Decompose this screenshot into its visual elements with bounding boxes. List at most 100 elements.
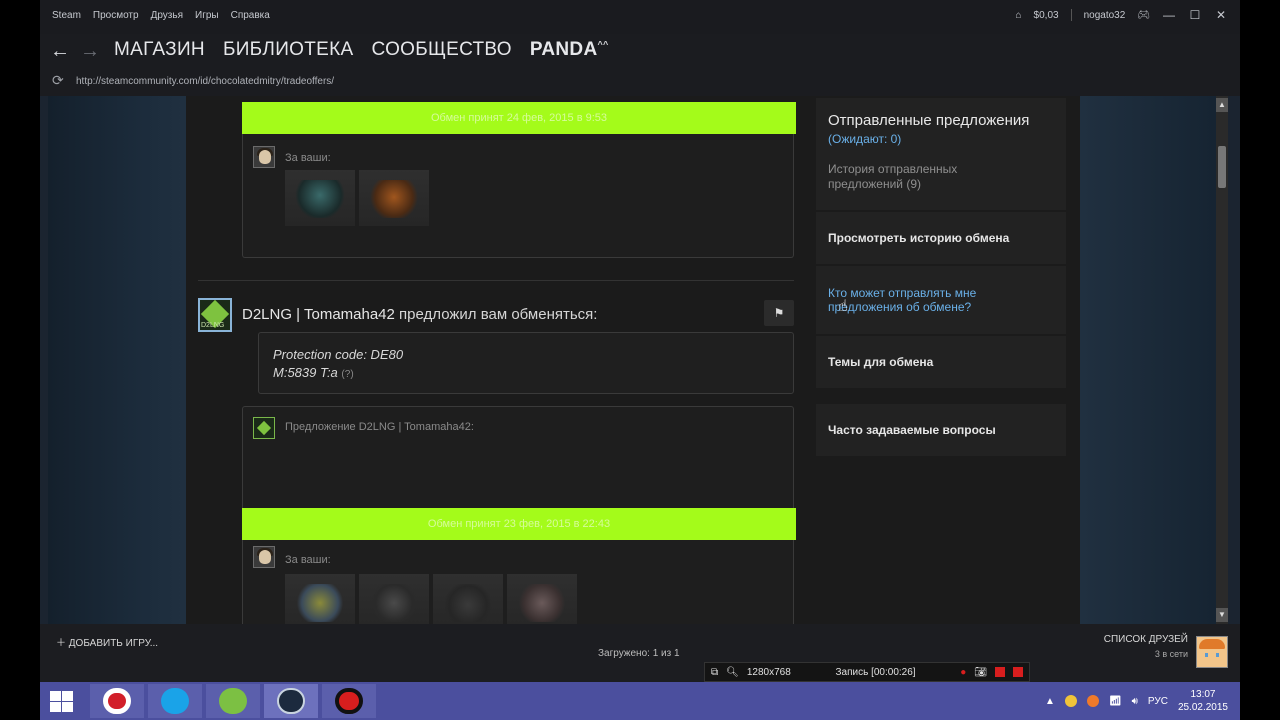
url-bar: ⟳ http://steamcommunity.com/id/chocolate… bbox=[40, 70, 1240, 96]
start-button[interactable] bbox=[50, 691, 74, 713]
add-game-label: ДОБАВИТЬ ИГРУ... bbox=[68, 638, 159, 649]
system-tray: ▲ 📶︎ 🔊︎ РУС 13:07 25.02.2015 bbox=[1045, 688, 1228, 714]
friends-online-count: 3 в сети bbox=[1154, 649, 1188, 659]
message-line-2: M:5839 T:a (?) bbox=[273, 365, 354, 380]
sender-mini-avatar bbox=[253, 417, 275, 439]
recorder-taskbar-icon[interactable] bbox=[322, 684, 376, 718]
nav-user-suffix: ^^ bbox=[597, 39, 609, 50]
sender-avatar-text: D2LNG bbox=[201, 322, 225, 329]
sent-offers-title[interactable]: Отправленные предложения bbox=[828, 112, 1029, 129]
camera-icon[interactable]: 📷︎ bbox=[974, 667, 987, 678]
trade-box-3: За ваши: bbox=[242, 534, 794, 624]
record-dot-icon[interactable]: ● bbox=[960, 667, 966, 678]
window-icon[interactable]: ⧉ bbox=[711, 667, 718, 678]
offer-text: предложил вам обменяться: bbox=[399, 306, 598, 323]
gamepad-icon[interactable]: 🎮︎ bbox=[1137, 10, 1150, 21]
offer-sender[interactable]: D2LNG | Tomamaha42 bbox=[242, 306, 395, 323]
navigation-bar: ← → МАГАЗИН БИБЛИОТЕКА СООБЩЕСТВО PANDA^… bbox=[40, 34, 1240, 70]
topics-link[interactable]: Темы для обмена bbox=[828, 355, 933, 369]
bottom-bar: ＋ ДОБАВИТЬ ИГРУ... Загружено: 1 из 1 СПИ… bbox=[40, 624, 1240, 682]
scroll-up-icon[interactable]: ▲ bbox=[1216, 98, 1228, 112]
opera-taskbar-icon[interactable] bbox=[90, 684, 144, 718]
torrent-taskbar-icon[interactable] bbox=[206, 684, 260, 718]
menu-view[interactable]: Просмотр bbox=[93, 10, 139, 21]
faq-link[interactable]: Часто задаваемые вопросы bbox=[828, 423, 996, 437]
proposal-label: Предложение D2LNG | Tomamaha42: bbox=[285, 421, 474, 433]
for-yours-label: За ваши: bbox=[285, 554, 331, 566]
separator bbox=[1070, 9, 1072, 21]
refresh-icon[interactable]: ⟳ bbox=[52, 72, 64, 89]
my-avatar bbox=[253, 546, 275, 568]
tray-arrow-icon[interactable]: ▲ bbox=[1045, 696, 1055, 707]
wallet-balance[interactable]: $0,03 bbox=[1034, 10, 1059, 21]
back-arrow-icon[interactable]: ← bbox=[50, 40, 70, 63]
home-icon[interactable]: ⌂ bbox=[1016, 10, 1022, 21]
menu-help[interactable]: Справка bbox=[231, 10, 270, 21]
plus-icon: ＋ bbox=[56, 638, 69, 649]
maximize-button[interactable]: ☐ bbox=[1188, 8, 1202, 22]
download-status[interactable]: Загружено: 1 из 1 bbox=[598, 648, 680, 659]
trade-item[interactable] bbox=[359, 170, 429, 226]
language-indicator[interactable]: РУС bbox=[1148, 696, 1168, 707]
friends-list-button[interactable]: СПИСОК ДРУЗЕЙ 3 в сети bbox=[1104, 634, 1188, 659]
account-name[interactable]: nogato32 bbox=[1084, 10, 1126, 21]
trade-item[interactable] bbox=[285, 170, 355, 226]
nav-community[interactable]: СООБЩЕСТВО bbox=[371, 39, 511, 61]
main-menu: Steam Просмотр Друзья Игры Справка bbox=[52, 10, 270, 21]
tray-app-icon[interactable] bbox=[1064, 695, 1077, 707]
view-history-box[interactable]: Просмотреть историю обмена bbox=[816, 212, 1066, 264]
trade-sidebar: Отправленные предложения (Ожидают: 0) Ис… bbox=[816, 96, 1066, 624]
sender-avatar[interactable]: D2LNG bbox=[198, 298, 232, 332]
trade-item[interactable] bbox=[507, 574, 577, 624]
faq-box[interactable]: Часто задаваемые вопросы bbox=[816, 404, 1066, 456]
sent-history-link[interactable]: История отправленных предложений (9) bbox=[828, 162, 1028, 192]
minimize-button[interactable]: — bbox=[1162, 8, 1176, 22]
nav-store[interactable]: МАГАЗИН bbox=[114, 39, 205, 61]
recorder-resolution[interactable]: 1280x768 bbox=[747, 667, 791, 678]
who-can-link[interactable]: Кто может отправлять мне предложения об … bbox=[828, 286, 1028, 314]
who-can-box[interactable]: Кто может отправлять мне предложения об … bbox=[816, 266, 1066, 334]
background-left bbox=[48, 96, 186, 624]
message-line-2-text: M:5839 T:a bbox=[273, 365, 338, 380]
letterbox-right bbox=[1240, 0, 1280, 682]
close-button[interactable]: ✕ bbox=[1214, 8, 1228, 22]
sent-offers-box: Отправленные предложения (Ожидают: 0) Ис… bbox=[816, 98, 1066, 210]
message-help[interactable]: (?) bbox=[341, 369, 353, 380]
windows-taskbar: ▲ 📶︎ 🔊︎ РУС 13:07 25.02.2015 bbox=[40, 682, 1240, 720]
scrollbar[interactable]: ▲ ▼ bbox=[1216, 96, 1228, 624]
clock-time: 13:07 bbox=[1190, 689, 1216, 700]
trade-item[interactable] bbox=[285, 574, 355, 624]
tray-app-icon[interactable] bbox=[1086, 695, 1099, 707]
signal-icon[interactable]: 📶︎ bbox=[1109, 696, 1122, 707]
trade-accepted-banner: Обмен принят 24 фев, 2015 в 9:53 bbox=[242, 102, 796, 134]
user-avatar[interactable] bbox=[1196, 636, 1228, 668]
stop-icon[interactable] bbox=[1013, 667, 1024, 677]
screen: Steam Просмотр Друзья Игры Справка ⌂ $0,… bbox=[0, 0, 1280, 720]
scroll-thumb[interactable] bbox=[1218, 146, 1226, 188]
url-text[interactable]: http://steamcommunity.com/id/chocolatedm… bbox=[76, 76, 334, 87]
steam-taskbar-icon[interactable] bbox=[264, 684, 318, 718]
volume-icon[interactable]: 🔊︎ bbox=[1132, 696, 1138, 707]
pause-icon[interactable] bbox=[995, 667, 1006, 677]
waiting-count[interactable]: (Ожидают: 0) bbox=[828, 132, 901, 146]
trade-item[interactable] bbox=[359, 574, 429, 624]
add-game-button[interactable]: ＋ ДОБАВИТЬ ИГРУ... bbox=[56, 634, 158, 649]
clock[interactable]: 13:07 25.02.2015 bbox=[1178, 688, 1228, 714]
title-bar: Steam Просмотр Друзья Игры Справка ⌂ $0,… bbox=[40, 0, 1240, 34]
offer-message: Protection code: DE80 M:5839 T:a (?) bbox=[258, 332, 794, 394]
nav-links: МАГАЗИН БИБЛИОТЕКА СООБЩЕСТВО PANDA^^ bbox=[114, 39, 609, 61]
menu-games[interactable]: Игры bbox=[195, 10, 219, 21]
forward-arrow-icon[interactable]: → bbox=[80, 40, 100, 63]
menu-steam[interactable]: Steam bbox=[52, 10, 81, 21]
report-flag-button[interactable]: ⚑ bbox=[764, 300, 794, 326]
trade-item[interactable] bbox=[433, 574, 503, 624]
view-history-link[interactable]: Просмотреть историю обмена bbox=[828, 231, 1009, 245]
topics-box[interactable]: Темы для обмена bbox=[816, 336, 1066, 388]
skype-taskbar-icon[interactable] bbox=[148, 684, 202, 718]
scroll-down-icon[interactable]: ▼ bbox=[1216, 608, 1228, 622]
nav-library[interactable]: БИБЛИОТЕКА bbox=[223, 39, 354, 61]
zoom-icon[interactable]: 🔍︎ bbox=[726, 667, 739, 678]
nav-user[interactable]: PANDA^^ bbox=[530, 39, 609, 61]
steam-window: Steam Просмотр Друзья Игры Справка ⌂ $0,… bbox=[40, 0, 1240, 682]
menu-friends[interactable]: Друзья bbox=[151, 10, 183, 21]
